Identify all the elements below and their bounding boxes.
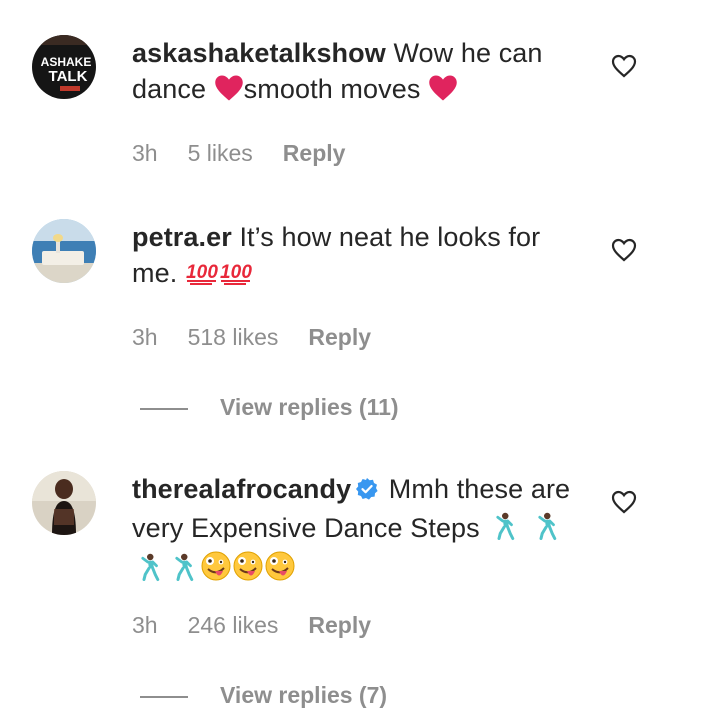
red-heart-emoji [428,74,458,111]
timestamp: 3h [132,612,158,638]
view-replies-button[interactable]: View replies (7) [140,682,387,709]
divider-line [140,695,188,698]
comment-text: therealafrocandy Mmh these are very Expe… [132,471,592,591]
heart-outline-icon[interactable] [611,490,637,514]
avatar[interactable] [32,471,96,535]
username[interactable]: therealafrocandy [132,474,351,504]
reply-button[interactable]: Reply [283,140,346,166]
man-dancing-emoji [166,552,200,591]
likes-count[interactable]: 518 likes [188,324,279,350]
heart-outline-icon[interactable] [611,238,637,262]
man-dancing-emoji [487,511,521,550]
verified-badge-icon [355,474,379,510]
avatar-image [32,219,96,283]
comment-text: askashaketalkshow Wow he can dance smoot… [132,35,592,111]
man-dancing-emoji [132,552,166,591]
avatar-image: ASHAKE TALK [32,35,96,99]
username[interactable]: petra.er [132,222,232,252]
red-heart-emoji [214,74,244,111]
likes-count[interactable]: 246 likes [188,612,279,638]
hundred-points-emoji: 100 [219,258,253,295]
man-dancing-emoji [529,511,563,550]
reply-button[interactable]: Reply [308,324,371,350]
comment-meta: 3h 5 likes Reply [132,140,375,167]
timestamp: 3h [132,324,158,350]
view-replies-button[interactable]: View replies (11) [140,394,399,421]
svg-text:100: 100 [186,262,218,283]
heart-outline-icon[interactable] [611,54,637,78]
avatar-image [32,471,96,535]
timestamp: 3h [132,140,158,166]
hundred-points-emoji: 100 [185,258,219,295]
comment-meta: 3h 246 likes Reply [132,612,401,639]
avatar[interactable]: ASHAKE TALK [32,35,96,99]
likes-count[interactable]: 5 likes [188,140,253,166]
username[interactable]: askashaketalkshow [132,38,386,68]
reply-button[interactable]: Reply [308,612,371,638]
svg-text:100: 100 [220,262,252,283]
zany-face-emoji [232,550,264,591]
svg-text:ASHAKE: ASHAKE [41,55,92,69]
svg-text:TALK: TALK [49,68,88,85]
comment-text: petra.er It’s how neat he looks for me. … [132,219,592,295]
divider-line [140,407,188,410]
zany-face-emoji [264,550,296,591]
comment-meta: 3h 518 likes Reply [132,324,401,351]
avatar[interactable] [32,219,96,283]
zany-face-emoji [200,550,232,591]
